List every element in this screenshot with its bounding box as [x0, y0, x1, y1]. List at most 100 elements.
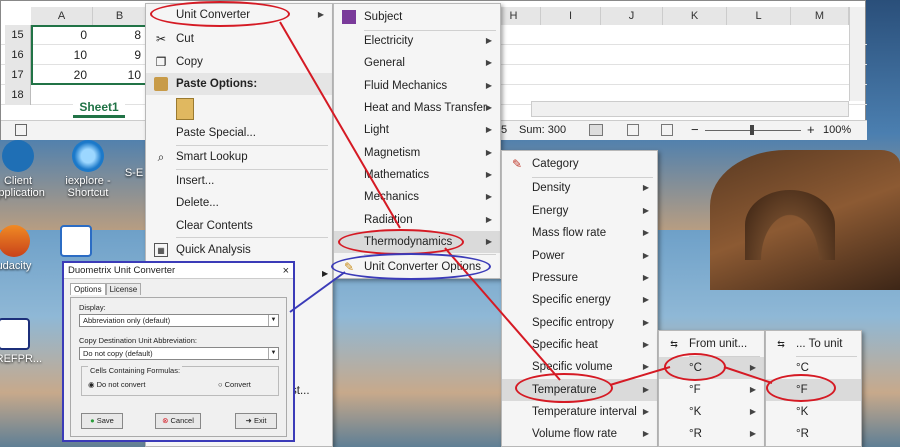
exit-button[interactable]: ➜ Exit [235, 413, 277, 429]
menu-item-specific-energy[interactable]: Specific energy ▶ [502, 289, 657, 311]
page-break-icon[interactable] [661, 124, 673, 136]
menu-item-label: Energy [532, 205, 569, 217]
menu-item-energy[interactable]: Energy ▶ [502, 200, 657, 222]
menu-item-clear-contents[interactable]: Clear Contents [146, 215, 332, 237]
menu-item-light[interactable]: Light ▶ [334, 119, 500, 141]
copy-abbreviation-select[interactable]: Do not copy (default) ▼ [79, 347, 279, 360]
desktop-icon-iexplore[interactable]: iexplore - Shortcut [56, 140, 120, 199]
column-header-a[interactable]: A [31, 7, 93, 25]
chevron-right-icon: ▶ [642, 429, 649, 438]
macro-record-icon[interactable] [15, 124, 27, 136]
menu-item-density[interactable]: Density ▶ [502, 177, 657, 199]
menu-item-copy[interactable]: ❐ Copy [146, 51, 332, 73]
menu-item-magnetism[interactable]: Magnetism ▶ [334, 142, 500, 164]
menu-item-volume-flow-rate[interactable]: Volume flow rate ▶ [502, 423, 657, 445]
radio-convert[interactable]: ○ Convert [218, 380, 251, 389]
column-header-k[interactable]: K [663, 7, 727, 25]
desktop-icon-label: udacity [0, 260, 32, 272]
row-header[interactable]: 15 [5, 25, 31, 45]
normal-view-icon[interactable] [589, 124, 603, 136]
menu-item-label: Category [532, 158, 579, 170]
unit-converter-options-dialog: Duometrix Unit Converter × Options Licens… [62, 261, 295, 442]
menu-item-fluid-mechanics[interactable]: Fluid Mechanics ▶ [334, 75, 500, 97]
options-icon: ✎ [343, 260, 355, 274]
cancel-button[interactable]: ⊗ Cancel [155, 413, 201, 429]
tab-license[interactable]: License [105, 283, 142, 295]
column-header-i[interactable]: I [541, 7, 601, 25]
formulas-group: Cells Containing Formulas: ◉ Do not conv… [81, 366, 279, 396]
row-header[interactable]: 17 [5, 65, 31, 85]
menu-item-paste-special[interactable]: Paste Special... [146, 122, 332, 144]
zoom-slider-thumb[interactable] [750, 125, 754, 135]
row-header[interactable]: 18 [5, 85, 31, 105]
menu-item-smart-lookup[interactable]: ⌕ Smart Lookup [146, 146, 332, 168]
menu-item-quick-analysis[interactable]: ▦ Quick Analysis [146, 239, 332, 261]
column-header-l[interactable]: L [727, 7, 791, 25]
status-sum: Sum: 300 [519, 124, 567, 136]
desktop-icon-s-e[interactable]: S-E [120, 158, 148, 179]
menu-item-label: Specific energy [532, 294, 611, 306]
menu-item-insert[interactable]: Insert... [146, 170, 332, 192]
display-select[interactable]: Abbreviation only (default) ▼ [79, 314, 279, 327]
menu-header-from-unit: ⇆ From unit... [659, 333, 764, 355]
menu-item-thermodynamics[interactable]: Thermodynamics ▶ [334, 231, 500, 253]
column-header-j[interactable]: J [601, 7, 663, 25]
menu-item-to-fahrenheit[interactable]: °F [766, 379, 861, 401]
menu-item-mass-flow-rate[interactable]: Mass flow rate ▶ [502, 222, 657, 244]
chevron-right-icon: ▶ [749, 429, 756, 438]
display-select-value: Abbreviation only (default) [83, 316, 171, 325]
menu-item-temperature-interval[interactable]: Temperature interval ▶ [502, 401, 657, 423]
menu-item-from-kelvin[interactable]: °K ▶ [659, 401, 764, 423]
menu-item-radiation[interactable]: Radiation ▶ [334, 209, 500, 231]
menu-item-power[interactable]: Power ▶ [502, 245, 657, 267]
selection-range [31, 25, 147, 85]
tab-options[interactable]: Options [70, 283, 106, 295]
chevron-right-icon: ▶ [642, 318, 649, 327]
horizontal-scrollbar[interactable] [531, 101, 849, 117]
menu-item-general[interactable]: General ▶ [334, 52, 500, 74]
sheet-tab-sheet1[interactable]: Sheet1 [73, 98, 125, 118]
button-label: Exit [253, 416, 267, 425]
column-header-b[interactable]: B [93, 7, 147, 25]
row-header[interactable]: 16 [5, 45, 31, 65]
close-icon[interactable]: × [283, 263, 289, 279]
chevron-right-icon: ▶ [749, 363, 756, 372]
menu-item-to-rankine[interactable]: °R [766, 423, 861, 445]
vertical-scrollbar[interactable] [849, 7, 865, 101]
menu-item-pressure[interactable]: Pressure ▶ [502, 267, 657, 289]
desktop-icon-client-application[interactable]: Client Application [0, 140, 50, 199]
chevron-right-icon: ▶ [485, 36, 492, 45]
chevron-right-icon: ▶ [485, 125, 492, 134]
menu-item-specific-entropy[interactable]: Specific entropy ▶ [502, 312, 657, 334]
menu-item-electricity[interactable]: Electricity ▶ [334, 30, 500, 52]
menu-item-unit-converter-options[interactable]: ✎ Unit Converter Options [334, 256, 500, 278]
chevron-right-icon: ▶ [317, 10, 324, 19]
menu-item-heat-mass-transfer[interactable]: Heat and Mass Transfer ▶ [334, 97, 500, 119]
menu-item-mechanics[interactable]: Mechanics ▶ [334, 186, 500, 208]
menu-item-specific-heat[interactable]: Specific heat ▶ [502, 334, 657, 356]
menu-item-unit-converter[interactable]: Unit Converter ▶ [146, 4, 332, 26]
menu-item-delete[interactable]: Delete... [146, 192, 332, 214]
page-layout-icon[interactable] [627, 124, 639, 136]
menu-item-from-rankine[interactable]: °R ▶ [659, 423, 764, 445]
radio-do-not-convert[interactable]: ◉ Do not convert [88, 380, 145, 389]
menu-item-to-celsius[interactable]: °C [766, 357, 861, 379]
copy-icon: ❐ [155, 55, 167, 69]
menu-item-label: °F [796, 384, 808, 396]
exit-icon: ➜ [245, 416, 252, 425]
zoom-in-button[interactable]: + [807, 122, 815, 137]
menu-item-to-kelvin[interactable]: °K [766, 401, 861, 423]
menu-item-from-fahrenheit[interactable]: °F ▶ [659, 379, 764, 401]
menu-item-temperature[interactable]: Temperature ▶ [502, 379, 657, 401]
menu-item-from-celsius[interactable]: °C ▶ [659, 357, 764, 379]
zoom-out-button[interactable]: − [691, 122, 699, 137]
column-header-m[interactable]: M [791, 7, 849, 25]
desktop-icon-audacity[interactable]: udacity [0, 225, 46, 272]
desktop-icon-refprop[interactable]: II-REFPR... [0, 318, 46, 365]
menu-item-cut[interactable]: ✂ Cut [146, 28, 332, 50]
save-button[interactable]: ● Save [81, 413, 123, 429]
menu-item-mathematics[interactable]: Mathematics ▶ [334, 164, 500, 186]
paste-icon[interactable] [176, 98, 194, 120]
menu-item-label: Unit Converter [176, 9, 251, 21]
menu-item-specific-volume[interactable]: Specific volume ▶ [502, 356, 657, 378]
